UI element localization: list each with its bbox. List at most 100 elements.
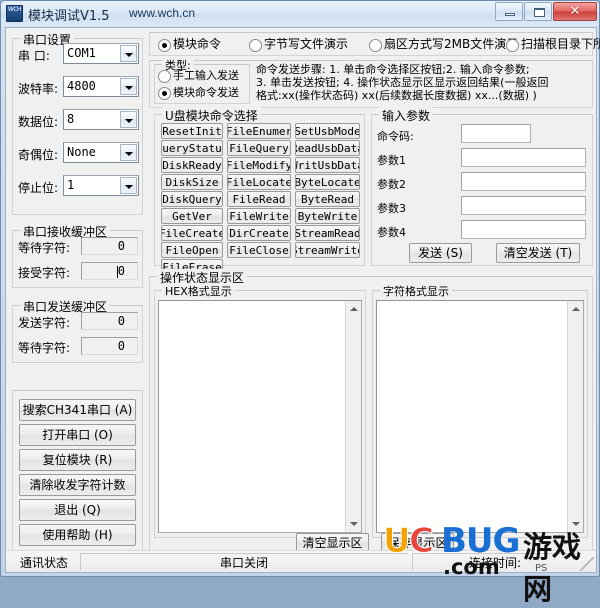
hex-display-pane[interactable] <box>158 300 362 533</box>
param3-input[interactable] <box>461 196 586 215</box>
cmd-disk-ready-button[interactable]: DiskReady <box>161 157 223 173</box>
hex-scrollbar[interactable] <box>345 301 361 532</box>
cmd-file-close-button[interactable]: FileClose <box>227 242 291 258</box>
cmd-byte-write-button[interactable]: ByteWrite <box>295 208 360 224</box>
cmd-disk-size-button[interactable]: DiskSize <box>161 174 223 190</box>
cmd-file-locate-button[interactable]: FileLocate <box>227 174 291 190</box>
open-port-button[interactable]: 打开串口 (O) <box>19 424 136 446</box>
help-button[interactable]: 使用帮助 (H) <box>19 524 136 546</box>
hint-line-1: 命令发送步骤: 1. 单击命令选择区按钮;2. 输入命令参数; <box>256 63 530 76</box>
cmd-reset-init-button[interactable]: ResetInit <box>161 123 223 139</box>
baud-rate-label: 波特率: <box>18 82 59 96</box>
radio-module-command-send[interactable]: 模块命令发送 <box>158 86 239 100</box>
param1-label: 参数1 <box>377 154 406 167</box>
radio-sector-write-2mb-demo[interactable]: 扇区方式写2MB文件演示 <box>369 38 518 52</box>
cmd-file-open-button[interactable]: FileOpen <box>161 242 223 258</box>
clear-send-button[interactable]: 清空发送 (T) <box>496 243 580 263</box>
chevron-down-icon[interactable] <box>120 78 137 95</box>
status-bar-time: 连接时间: <box>412 553 578 571</box>
app-window: WCH 模块调试V1.5 www.wch.cn ✕ 串口设置 串 口: COM1… <box>0 0 600 606</box>
data-bits-label: 数据位: <box>18 115 59 129</box>
minimize-icon <box>505 13 515 16</box>
cmd-file-create-button[interactable]: FileCreate <box>161 225 223 241</box>
baud-rate-value: 4800 <box>67 79 96 93</box>
param2-input[interactable] <box>461 172 586 191</box>
data-bits-value: 8 <box>67 112 75 126</box>
cmd-byte-locate-button[interactable]: ByteLocate <box>295 174 360 190</box>
stop-bits-label: 停止位: <box>18 181 59 195</box>
resize-grip-icon[interactable] <box>580 557 594 571</box>
stop-bits-combo[interactable]: 1 <box>63 175 139 196</box>
scroll-up-icon[interactable] <box>568 301 583 317</box>
hint-line-2: 3. 单击发送按钮; 4. 操作状态显示区显示返回结果(一般返回 <box>256 76 549 89</box>
send-button[interactable]: 发送 (S) <box>409 243 472 263</box>
chevron-down-icon[interactable] <box>120 45 137 62</box>
char-display-title: 字符格式显示 <box>380 283 452 299</box>
recv-waiting-value: 0 <box>81 237 138 255</box>
cmd-stream-write-button[interactable]: StreamWrite <box>295 242 360 258</box>
client-area: 串口设置 串 口: COM1 波特率: 4800 数据位: 8 奇偶位: Non… <box>5 27 600 573</box>
scroll-down-icon[interactable] <box>568 516 583 532</box>
parity-combo[interactable]: None <box>63 142 139 163</box>
serial-port-value: COM1 <box>67 46 96 60</box>
param2-label: 参数2 <box>377 178 406 191</box>
wch-logo-icon: WCH <box>6 5 23 22</box>
param3-label: 参数3 <box>377 202 406 215</box>
cmd-byte-read-button[interactable]: ByteRead <box>295 191 360 207</box>
chevron-down-icon[interactable] <box>120 111 137 128</box>
serial-port-combo[interactable]: COM1 <box>63 43 139 64</box>
scroll-down-icon[interactable] <box>346 516 361 532</box>
cmd-file-query-button[interactable]: FileQuery <box>227 140 291 156</box>
status-bar-time-label: 连接时间: <box>468 555 522 570</box>
param1-input[interactable] <box>461 148 586 167</box>
reset-module-button[interactable]: 复位模块 (R) <box>19 449 136 471</box>
chevron-down-icon[interactable] <box>120 144 137 161</box>
parity-label: 奇偶位: <box>18 148 59 162</box>
param4-input[interactable] <box>461 220 586 239</box>
maximize-button[interactable] <box>524 2 552 21</box>
cmd-disk-query-button[interactable]: DiskQuery <box>161 191 223 207</box>
title-bar[interactable]: WCH 模块调试V1.5 www.wch.cn ✕ <box>1 1 599 26</box>
recv-received-label: 接受字符: <box>18 266 71 280</box>
cmd-file-modify-button[interactable]: FileModify <box>227 157 291 173</box>
cmd-set-usb-mode-button[interactable]: SetUsbMode <box>295 123 360 139</box>
radio-module-command[interactable]: 模块命令 <box>158 38 221 52</box>
radio-manual-input-send[interactable]: 手工输入发送 <box>158 69 239 83</box>
close-button[interactable]: ✕ <box>553 2 597 21</box>
serial-port-label: 串 口: <box>18 49 50 63</box>
cmd-read-usb-data-button[interactable]: ReadUsbData <box>295 140 360 156</box>
command-code-input[interactable] <box>461 124 531 143</box>
cmd-dir-create-button[interactable]: DirCreate <box>227 225 291 241</box>
baud-rate-combo[interactable]: 4800 <box>63 76 139 97</box>
cmd-get-ver-button[interactable]: GetVer <box>161 208 223 224</box>
data-bits-combo[interactable]: 8 <box>63 109 139 130</box>
window-url-text: www.wch.cn <box>129 6 196 20</box>
status-bar-state: 串口关闭 <box>80 553 408 571</box>
cmd-file-write-button[interactable]: FileWrite <box>227 208 291 224</box>
cmd-query-status-button[interactable]: QueryStatus <box>161 140 223 156</box>
chevron-down-icon[interactable] <box>120 177 137 194</box>
exit-button[interactable]: 退出 (Q) <box>19 499 136 521</box>
clear-counters-button[interactable]: 清除收发字符计数 <box>19 474 136 496</box>
cmd-file-read-button[interactable]: FileRead <box>227 191 291 207</box>
window-controls: ✕ <box>494 2 597 21</box>
send-waiting-label: 等待字符: <box>18 341 71 355</box>
recv-received-value: 0 <box>81 262 138 280</box>
parity-value: None <box>67 145 96 159</box>
stop-bits-value: 1 <box>67 178 75 192</box>
radio-byte-write-file-demo[interactable]: 字节写文件演示 <box>249 38 348 52</box>
close-icon: ✕ <box>569 4 581 19</box>
cmd-stream-read-button[interactable]: StreamRead <box>295 225 360 241</box>
radio-scan-root-files-demo[interactable]: 扫描根目录下所有文件演示 <box>506 38 600 52</box>
search-ch341-port-button[interactable]: 搜索CH341串口 (A) <box>19 399 136 421</box>
status-bar: 通讯状态 串口关闭 连接时间: <box>6 550 596 572</box>
minimize-button[interactable] <box>495 2 523 21</box>
hint-line-3: 格式:xx(操作状态码) xx(后续数据长度数据) xx...(数据) ) <box>256 89 537 102</box>
cmd-file-enumer-button[interactable]: FileEnumer <box>227 123 291 139</box>
input-params-title: 输入参数 <box>379 107 434 124</box>
char-display-pane[interactable] <box>376 300 584 533</box>
scroll-up-icon[interactable] <box>346 301 361 317</box>
cmd-writ-usb-data-button[interactable]: WritUsbData <box>295 157 360 173</box>
char-scrollbar[interactable] <box>567 301 583 532</box>
wch-logo-text: WCH <box>7 6 22 13</box>
